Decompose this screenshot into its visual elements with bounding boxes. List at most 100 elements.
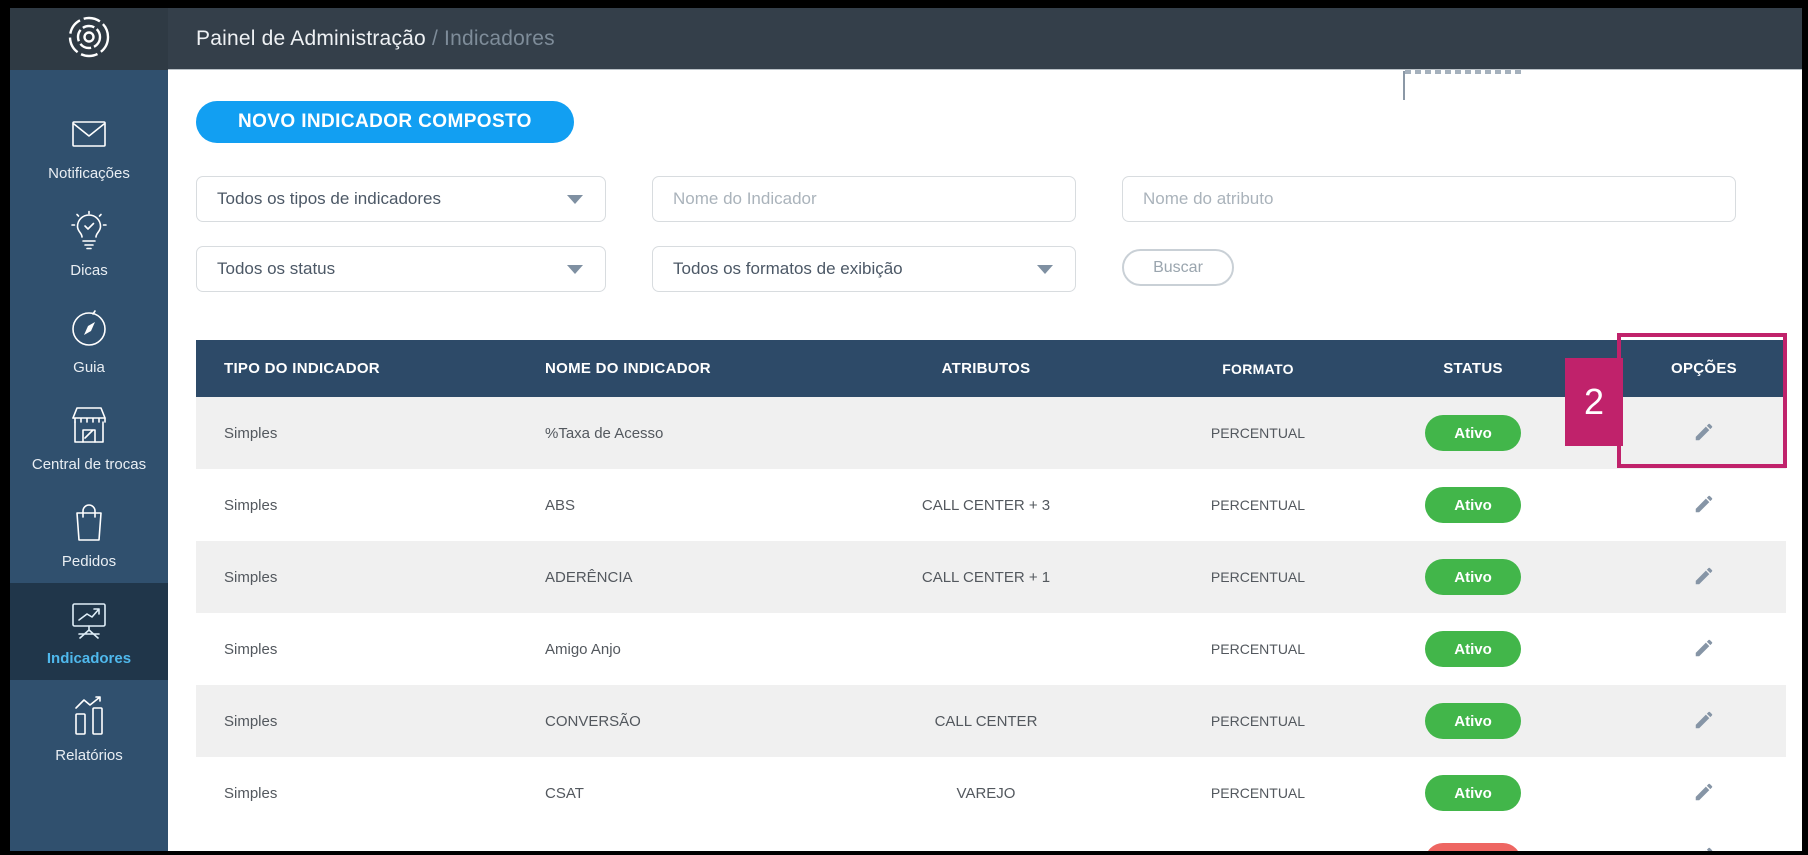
sidebar: Notificações Dicas Guia Central de troca… [10,70,168,851]
shopping-bag-icon [67,500,111,544]
breadcrumb: Painel de Administração / Indicadores [196,27,555,51]
sidebar-item-indicadores[interactable]: Indicadores [10,583,168,680]
display-format-dropdown[interactable]: Todos os formatos de exibição [652,246,1076,292]
cell-atributos: CALL CENTER [934,712,1038,730]
cell-formato: PERCENTUAL [1210,425,1306,441]
cell-tipo: Simples [224,496,278,514]
main-content: NOVO INDICADOR COMPOSTO Todos os tipos d… [168,70,1802,851]
logo-block [10,8,168,70]
table-row: Simples Amigo Anjo PERCENTUAL Ativo [196,613,1786,685]
indicator-type-dropdown-value: Todos os tipos de indicadores [217,189,441,208]
attribute-name-field-wrap [1122,176,1736,222]
envelope-icon [67,112,111,156]
table-header-row: TIPO DO INDICADOR NOME DO INDICADOR ATRI… [196,340,1786,397]
indicator-name-input[interactable] [673,189,1055,209]
edit-pencil-icon[interactable] [1689,841,1719,851]
status-badge[interactable]: Ativo [1425,559,1521,595]
cell-tipo: Simples [224,640,278,658]
status-badge[interactable]: Ativo [1425,631,1521,667]
chevron-down-icon [1037,265,1053,274]
table-row-partial [196,829,1786,851]
table-row: Simples CSAT VAREJO PERCENTUAL Ativo [196,757,1786,829]
bar-chart-icon [67,694,111,738]
clipped-cursor-artifact [1403,71,1405,100]
compass-icon [67,306,111,350]
sidebar-item-label: Guia [73,358,105,376]
cell-nome: ADERÊNCIA [545,568,633,586]
sidebar-item-guia[interactable]: Guia [10,292,168,389]
sidebar-item-notificacoes[interactable]: Notificações [10,98,168,195]
column-header-tipo: TIPO DO INDICADOR [224,360,380,377]
new-composite-indicator-button[interactable]: NOVO INDICADOR COMPOSTO [196,101,574,143]
table-row: Simples %Taxa de Acesso PERCENTUAL Ativo [196,397,1786,469]
table-row: Simples ADERÊNCIA CALL CENTER + 1 PERCEN… [196,541,1786,613]
table-row: Simples CONVERSÃO CALL CENTER PERCENTUAL… [196,685,1786,757]
status-badge[interactable]: Ativo [1425,703,1521,739]
status-badge[interactable]: Ativo [1425,415,1521,451]
cell-formato: PERCENTUAL [1210,785,1306,801]
status-badge[interactable] [1425,843,1521,851]
edit-pencil-icon[interactable] [1689,705,1719,738]
status-dropdown[interactable]: Todos os status [196,246,606,292]
column-header-atributos: ATRIBUTOS [941,360,1031,377]
column-header-status: STATUS [1443,360,1503,377]
status-dropdown-value: Todos os status [217,259,336,278]
edit-pencil-icon[interactable] [1689,417,1719,450]
sidebar-item-label: Central de trocas [31,455,147,473]
cell-nome: %Taxa de Acesso [545,424,664,442]
column-header-formato: FORMATO [1222,360,1294,377]
app-logo-icon[interactable] [63,11,115,68]
cell-formato: PERCENTUAL [1210,713,1306,729]
app-window: Painel de Administração / Indicadores No… [10,8,1802,851]
sidebar-item-label: Dicas [70,261,108,279]
sidebar-item-label: Pedidos [61,552,117,570]
sidebar-item-label: Relatórios [55,746,123,764]
cell-tipo: Simples [224,712,278,730]
filters-bar: Todos os tipos de indicadores Todos os s… [196,176,1762,292]
breadcrumb-secondary: Indicadores [444,26,555,50]
cell-tipo: Simples [224,424,278,442]
cell-nome: Amigo Anjo [545,640,621,658]
search-button-wrap: Buscar [1122,246,1736,292]
cell-tipo: Simples [224,784,278,802]
chevron-down-icon [567,195,583,204]
breadcrumb-divider: / [431,26,438,50]
topbar: Painel de Administração / Indicadores [168,8,1802,70]
cell-formato: PERCENTUAL [1210,569,1306,585]
edit-pencil-icon[interactable] [1689,561,1719,594]
cell-formato: PERCENTUAL [1210,497,1306,513]
sidebar-item-pedidos[interactable]: Pedidos [10,486,168,583]
edit-pencil-icon[interactable] [1689,777,1719,810]
sidebar-item-central-de-trocas[interactable]: Central de trocas [10,389,168,486]
edit-pencil-icon[interactable] [1689,489,1719,522]
sidebar-item-label: Notificações [48,164,130,182]
status-badge[interactable]: Ativo [1425,775,1521,811]
cell-atributos: CALL CENTER + 1 [921,568,1051,586]
lightbulb-icon [67,209,111,253]
indicators-table: TIPO DO INDICADOR NOME DO INDICADOR ATRI… [196,340,1786,851]
sidebar-item-label: Indicadores [46,649,132,667]
sidebar-item-dicas[interactable]: Dicas [10,195,168,292]
cell-atributos: CALL CENTER + 3 [921,496,1051,514]
storefront-icon [67,403,111,447]
breadcrumb-primary: Painel de Administração [196,26,426,50]
cell-formato: PERCENTUAL [1210,641,1306,657]
cell-nome: ABS [545,496,576,514]
edit-pencil-icon[interactable] [1689,633,1719,666]
cell-tipo: Simples [224,568,278,586]
chevron-down-icon [567,265,583,274]
column-header-opcoes: OPÇÕES [1671,360,1737,377]
indicator-type-dropdown[interactable]: Todos os tipos de indicadores [196,176,606,222]
table-row: Simples ABS CALL CENTER + 3 PERCENTUAL A… [196,469,1786,541]
clipped-text-artifact [1405,70,1525,74]
sidebar-item-relatorios[interactable]: Relatórios [10,680,168,777]
search-button[interactable]: Buscar [1122,249,1234,286]
indicator-name-field-wrap [652,176,1076,222]
cell-nome: CSAT [545,784,584,802]
presentation-chart-icon [67,597,111,641]
cell-atributos: VAREJO [956,784,1016,802]
display-format-dropdown-value: Todos os formatos de exibição [673,259,903,278]
status-badge[interactable]: Ativo [1425,487,1521,523]
attribute-name-input[interactable] [1143,189,1715,209]
cell-nome: CONVERSÃO [545,712,641,730]
